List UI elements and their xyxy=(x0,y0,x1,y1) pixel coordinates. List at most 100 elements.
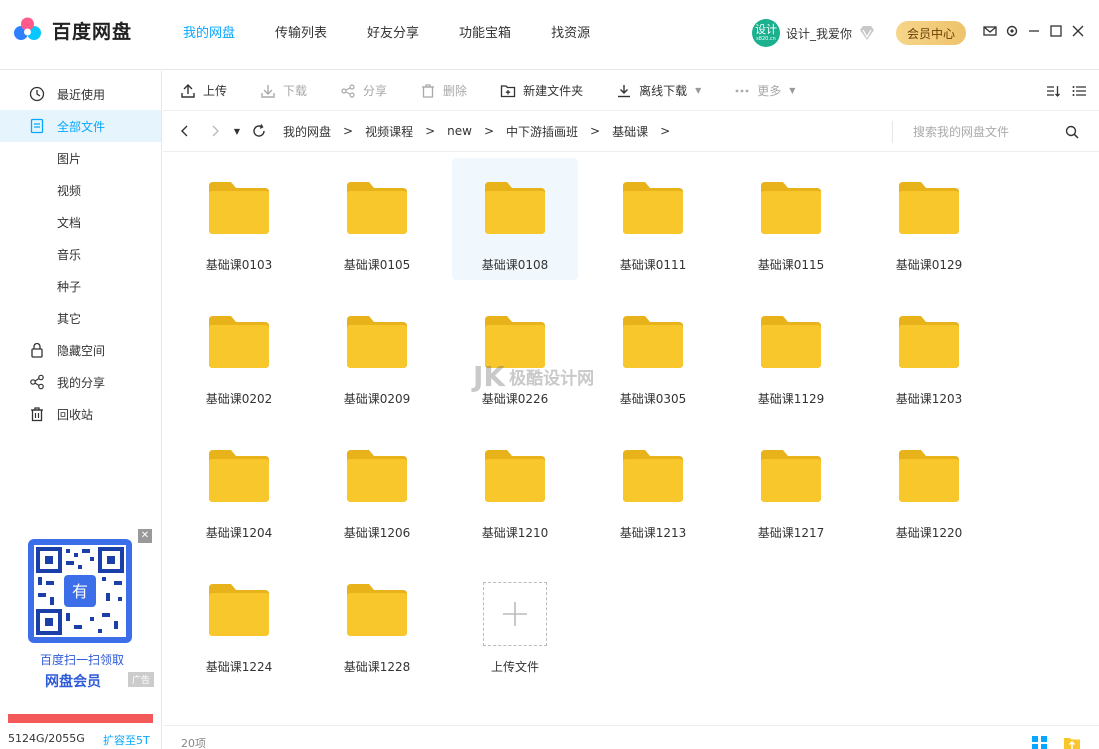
folder-item[interactable]: 基础课1220 xyxy=(866,426,992,548)
sidebar-item-documents[interactable]: 文档 xyxy=(0,206,161,238)
folder-name: 基础课0108 xyxy=(481,258,549,272)
sidebar-item-all-files[interactable]: 全部文件 xyxy=(0,110,161,142)
minimize-icon[interactable] xyxy=(1027,24,1041,38)
breadcrumb-item[interactable]: new xyxy=(447,124,472,138)
search-input[interactable] xyxy=(913,125,1063,139)
upload-button[interactable]: 上传 xyxy=(180,82,227,99)
refresh-button[interactable] xyxy=(251,123,267,139)
folder-item[interactable]: 基础课0226 xyxy=(452,292,578,414)
file-list-icon xyxy=(30,118,44,134)
folder-item[interactable]: 基础课1228 xyxy=(314,560,440,682)
share-label: 分享 xyxy=(363,84,388,98)
username[interactable]: 设计_我爱你 xyxy=(786,25,852,42)
sidebar-item-hidden-space[interactable]: 隐藏空间 xyxy=(0,334,161,366)
folder-icon xyxy=(899,450,959,502)
sidebar-item-torrents[interactable]: 种子 xyxy=(0,270,161,302)
share-icon xyxy=(341,83,355,98)
folder-name: 基础课0115 xyxy=(757,258,825,272)
nav-find-resources[interactable]: 找资源 xyxy=(551,22,590,70)
sidebar-item-music[interactable]: 音乐 xyxy=(0,238,161,270)
maximize-icon[interactable] xyxy=(1049,24,1063,38)
search-icon[interactable] xyxy=(1065,125,1079,139)
sidebar-item-videos[interactable]: 视频 xyxy=(0,174,161,206)
folder-item[interactable]: 基础课1206 xyxy=(314,426,440,548)
folder-item[interactable]: 基础课1210 xyxy=(452,426,578,548)
upload-dropzone[interactable] xyxy=(483,582,547,646)
folder-item[interactable]: 基础课0108 xyxy=(452,158,578,280)
nav-transfer-list[interactable]: 传输列表 xyxy=(275,22,327,70)
avatar[interactable]: 设计 s820.cn xyxy=(752,19,780,47)
history-dropdown-icon[interactable]: ▼ xyxy=(229,123,245,139)
more-button[interactable]: 更多 ▼ xyxy=(734,82,795,99)
folder-item[interactable]: 基础课1129 xyxy=(728,292,854,414)
breadcrumb-item[interactable]: 基础课 xyxy=(612,123,648,140)
offline-download-button[interactable]: 离线下载 ▼ xyxy=(616,82,701,99)
settings-icon[interactable] xyxy=(1005,24,1019,38)
close-icon[interactable] xyxy=(1071,24,1085,38)
folder-item[interactable]: 基础课0209 xyxy=(314,292,440,414)
sidebar-item-images[interactable]: 图片 xyxy=(0,142,161,174)
grid-view-icon[interactable] xyxy=(1031,735,1049,749)
folder-icon xyxy=(209,182,269,234)
caret-down-icon[interactable]: ▼ xyxy=(789,86,795,95)
toolbar: 上传 下载 分享 删除 新建文件夹 离线下载 ▼ 更多 ▼ xyxy=(163,71,1099,111)
breadcrumb-separator: > xyxy=(343,124,354,138)
folder-item[interactable]: 基础课0305 xyxy=(590,292,716,414)
caret-down-icon[interactable]: ▼ xyxy=(695,86,701,95)
sidebar-item-my-shares[interactable]: 我的分享 xyxy=(0,366,161,398)
folder-item[interactable]: 基础课0103 xyxy=(176,158,302,280)
vip-center-button[interactable]: 会员中心 xyxy=(896,21,967,45)
lock-icon xyxy=(31,342,43,358)
ad-close-button[interactable]: ✕ xyxy=(138,529,152,543)
nav-friend-share[interactable]: 好友分享 xyxy=(367,22,419,70)
folder-item[interactable]: 基础课1204 xyxy=(176,426,302,548)
folder-item[interactable]: 基础课1213 xyxy=(590,426,716,548)
sidebar-item-recent[interactable]: 最近使用 xyxy=(0,78,161,110)
nav-my-disk[interactable]: 我的网盘 xyxy=(183,22,235,70)
delete-button[interactable]: 删除 xyxy=(420,82,467,99)
ad-line-1: 百度扫一扫领取 xyxy=(39,653,124,667)
folder-item[interactable]: 基础课0129 xyxy=(866,158,992,280)
folder-item[interactable]: 基础课0202 xyxy=(176,292,302,414)
folder-item[interactable]: 基础课0115 xyxy=(728,158,854,280)
breadcrumb-item[interactable]: 我的网盘 xyxy=(283,123,331,140)
breadcrumb-separator[interactable]: > xyxy=(660,124,670,138)
baidu-netdisk-logo-icon xyxy=(14,17,41,40)
sidebar-item-recycle-bin[interactable]: 回收站 xyxy=(0,398,161,430)
vip-diamond-icon[interactable] xyxy=(858,24,876,42)
sidebar-item-label: 全部文件 xyxy=(57,119,106,134)
sidebar-item-label: 回收站 xyxy=(57,407,94,422)
ad-tag: 广告 xyxy=(127,672,154,687)
new-folder-button[interactable]: 新建文件夹 xyxy=(500,82,583,99)
more-label: 更多 xyxy=(757,84,782,98)
folder-icon xyxy=(485,450,545,502)
sidebar-item-others[interactable]: 其它 xyxy=(0,302,161,334)
upgrade-storage-link[interactable]: 扩容至5T xyxy=(103,732,150,748)
new-folder-icon xyxy=(500,84,516,97)
folder-icon xyxy=(899,316,959,368)
qr-center-glyph: 有 xyxy=(72,582,88,601)
sort-icon[interactable] xyxy=(1045,83,1061,99)
breadcrumb-item[interactable]: 中下游插画班 xyxy=(506,123,578,140)
folder-item[interactable]: 基础课0105 xyxy=(314,158,440,280)
breadcrumb-item[interactable]: 视频课程 xyxy=(365,123,413,140)
back-button[interactable] xyxy=(177,123,193,139)
storage-quota-bar xyxy=(8,714,153,723)
upload-file-tile[interactable]: 上传文件 xyxy=(452,560,578,682)
nav-toolbox[interactable]: 功能宝箱 xyxy=(459,22,511,70)
folder-item[interactable]: 基础课1203 xyxy=(866,292,992,414)
folder-item[interactable]: 基础课1224 xyxy=(176,560,302,682)
download-button[interactable]: 下载 xyxy=(260,82,307,99)
vip-ad-banner[interactable]: 有 ✕ 百度扫一扫领取 网盘会员 广告 xyxy=(10,529,154,690)
forward-button[interactable] xyxy=(207,123,223,139)
folder-icon xyxy=(485,182,545,234)
chevron-right-icon xyxy=(212,125,219,137)
folder-item[interactable]: 基础课0111 xyxy=(590,158,716,280)
upload-folder-icon[interactable] xyxy=(1063,735,1081,749)
folder-name: 基础课1213 xyxy=(619,526,687,540)
folder-name: 基础课1204 xyxy=(205,526,273,540)
folder-item[interactable]: 基础课1217 xyxy=(728,426,854,548)
list-view-icon[interactable] xyxy=(1071,83,1087,99)
mail-icon[interactable] xyxy=(983,24,997,38)
share-button[interactable]: 分享 xyxy=(340,82,387,99)
